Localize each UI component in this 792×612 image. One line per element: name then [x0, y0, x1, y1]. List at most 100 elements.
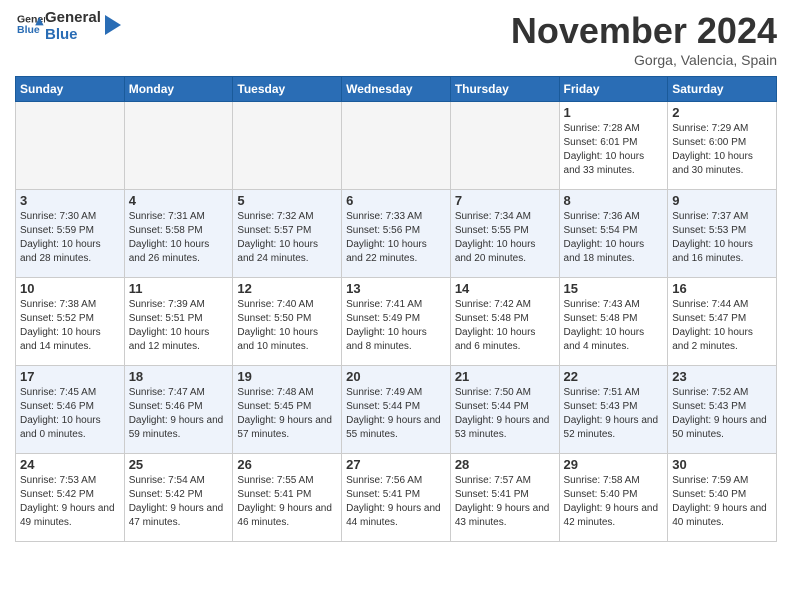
day-cell: 8Sunrise: 7:36 AMSunset: 5:54 PMDaylight… — [559, 190, 668, 278]
day-info: Sunrise: 7:31 AMSunset: 5:58 PMDaylight:… — [129, 210, 229, 266]
weekday-header-tuesday: Tuesday — [233, 77, 342, 102]
day-number: 4 — [129, 193, 229, 208]
day-cell: 25 Sunrise: 7:54 AMSunset: 5:42 PMDayligh… — [124, 454, 233, 542]
month-title: November 2024 — [511, 10, 777, 52]
day-cell: 30 Sunrise: 7:59 AMSunset: 5:40 PMDayligh… — [668, 454, 777, 542]
day-number: 17 — [20, 369, 120, 384]
day-cell: 11 Sunrise: 7:39 AMSunset: 5:51 PMDayligh… — [124, 278, 233, 366]
day-cell: 2 Sunrise: 7:29 AMSunset: 6:00 PMDaylight… — [668, 102, 777, 190]
weekday-header-sunday: Sunday — [16, 77, 125, 102]
day-cell: 12 Sunrise: 7:40 AMSunset: 5:50 PMDayligh… — [233, 278, 342, 366]
day-info: Sunrise: 7:56 AMSunset: 5:41 PMDaylight:… — [346, 474, 446, 530]
day-number: 13 — [346, 281, 446, 296]
day-cell: 6 Sunrise: 7:33 AMSunset: 5:56 PMDaylight… — [342, 190, 451, 278]
day-number: 22 — [564, 369, 664, 384]
weekday-header-friday: Friday — [559, 77, 668, 102]
day-info: Sunrise: 7:41 AMSunset: 5:49 PMDaylight:… — [346, 298, 446, 354]
day-info: Sunrise: 7:40 AMSunset: 5:50 PMDaylight:… — [237, 298, 337, 354]
day-info: Sunrise: 7:37 AMSunset: 5:53 PMDaylight:… — [672, 210, 772, 266]
day-number: 14 — [455, 281, 555, 296]
svg-text:Blue: Blue — [17, 24, 40, 36]
day-cell: 20Sunrise: 7:49 AMSunset: 5:44 PMDayligh… — [342, 366, 451, 454]
day-cell: 10 Sunrise: 7:38 AMSunset: 5:52 PMDayligh… — [16, 278, 125, 366]
day-cell — [450, 102, 559, 190]
day-cell: 5 Sunrise: 7:32 AMSunset: 5:57 PMDaylight… — [233, 190, 342, 278]
week-row-1: 1 Sunrise: 7:28 AMSunset: 6:01 PMDaylight… — [16, 102, 777, 190]
day-cell: 23 Sunrise: 7:52 AMSunset: 5:43 PMDayligh… — [668, 366, 777, 454]
day-number: 12 — [237, 281, 337, 296]
day-info: Sunrise: 7:53 AMSunset: 5:42 PMDaylight:… — [20, 474, 120, 530]
day-info: Sunrise: 7:32 AMSunset: 5:57 PMDaylight:… — [237, 210, 337, 266]
day-number: 29 — [564, 457, 664, 472]
day-info: Sunrise: 7:30 AMSunset: 5:59 PMDaylight:… — [20, 210, 120, 266]
day-number: 26 — [237, 457, 337, 472]
day-info: Sunrise: 7:50 AMSunset: 5:44 PMDaylight:… — [455, 386, 555, 442]
day-info: Sunrise: 7:48 AMSunset: 5:45 PMDaylight:… — [237, 386, 337, 442]
logo-arrow-icon — [103, 10, 123, 40]
day-cell: 4 Sunrise: 7:31 AMSunset: 5:58 PMDaylight… — [124, 190, 233, 278]
day-number: 18 — [129, 369, 229, 384]
day-cell — [16, 102, 125, 190]
day-number: 6 — [346, 193, 446, 208]
day-number: 21 — [455, 369, 555, 384]
day-info: Sunrise: 7:55 AMSunset: 5:41 PMDaylight:… — [237, 474, 337, 530]
logo: General Blue General Blue — [15, 10, 123, 43]
day-number: 2 — [672, 105, 772, 120]
day-number: 11 — [129, 281, 229, 296]
weekday-header-saturday: Saturday — [668, 77, 777, 102]
header: General Blue General Blue November 2024 … — [15, 10, 777, 68]
day-cell: 9 Sunrise: 7:37 AMSunset: 5:53 PMDaylight… — [668, 190, 777, 278]
day-info: Sunrise: 7:39 AMSunset: 5:51 PMDaylight:… — [129, 298, 229, 354]
day-cell: 28Sunrise: 7:57 AMSunset: 5:41 PMDayligh… — [450, 454, 559, 542]
day-cell — [124, 102, 233, 190]
weekday-header-row: SundayMondayTuesdayWednesdayThursdayFrid… — [16, 77, 777, 102]
day-info: Sunrise: 7:51 AMSunset: 5:43 PMDaylight:… — [564, 386, 664, 442]
day-info: Sunrise: 7:28 AMSunset: 6:01 PMDaylight:… — [564, 122, 664, 178]
day-info: Sunrise: 7:59 AMSunset: 5:40 PMDaylight:… — [672, 474, 772, 530]
day-number: 15 — [564, 281, 664, 296]
week-row-4: 17Sunrise: 7:45 AMSunset: 5:46 PMDayligh… — [16, 366, 777, 454]
day-number: 19 — [237, 369, 337, 384]
week-row-2: 3Sunrise: 7:30 AMSunset: 5:59 PMDaylight… — [16, 190, 777, 278]
calendar-table: SundayMondayTuesdayWednesdayThursdayFrid… — [15, 76, 777, 542]
weekday-header-thursday: Thursday — [450, 77, 559, 102]
day-cell: 18Sunrise: 7:47 AMSunset: 5:46 PMDayligh… — [124, 366, 233, 454]
day-number: 25 — [129, 457, 229, 472]
week-row-3: 10 Sunrise: 7:38 AMSunset: 5:52 PMDayligh… — [16, 278, 777, 366]
day-cell: 29 Sunrise: 7:58 AMSunset: 5:40 PMDayligh… — [559, 454, 668, 542]
day-info: Sunrise: 7:58 AMSunset: 5:40 PMDaylight:… — [564, 474, 664, 530]
day-number: 30 — [672, 457, 772, 472]
day-number: 23 — [672, 369, 772, 384]
title-block: November 2024 Gorga, Valencia, Spain — [511, 10, 777, 68]
day-cell: 22 Sunrise: 7:51 AMSunset: 5:43 PMDayligh… — [559, 366, 668, 454]
day-info: Sunrise: 7:43 AMSunset: 5:48 PMDaylight:… — [564, 298, 664, 354]
day-info: Sunrise: 7:44 AMSunset: 5:47 PMDaylight:… — [672, 298, 772, 354]
weekday-header-monday: Monday — [124, 77, 233, 102]
day-cell: 21 Sunrise: 7:50 AMSunset: 5:44 PMDayligh… — [450, 366, 559, 454]
day-info: Sunrise: 7:42 AMSunset: 5:48 PMDaylight:… — [455, 298, 555, 354]
day-cell: 16Sunrise: 7:44 AMSunset: 5:47 PMDayligh… — [668, 278, 777, 366]
day-info: Sunrise: 7:29 AMSunset: 6:00 PMDaylight:… — [672, 122, 772, 178]
day-number: 9 — [672, 193, 772, 208]
day-cell: 3Sunrise: 7:30 AMSunset: 5:59 PMDaylight… — [16, 190, 125, 278]
day-info: Sunrise: 7:33 AMSunset: 5:56 PMDaylight:… — [346, 210, 446, 266]
day-cell: 24Sunrise: 7:53 AMSunset: 5:42 PMDayligh… — [16, 454, 125, 542]
day-number: 5 — [237, 193, 337, 208]
logo-blue: Blue — [45, 27, 101, 44]
day-info: Sunrise: 7:38 AMSunset: 5:52 PMDaylight:… — [20, 298, 120, 354]
day-number: 10 — [20, 281, 120, 296]
week-row-5: 24Sunrise: 7:53 AMSunset: 5:42 PMDayligh… — [16, 454, 777, 542]
day-cell: 19 Sunrise: 7:48 AMSunset: 5:45 PMDayligh… — [233, 366, 342, 454]
day-info: Sunrise: 7:54 AMSunset: 5:42 PMDaylight:… — [129, 474, 229, 530]
day-cell: 17Sunrise: 7:45 AMSunset: 5:46 PMDayligh… — [16, 366, 125, 454]
day-cell: 14 Sunrise: 7:42 AMSunset: 5:48 PMDayligh… — [450, 278, 559, 366]
day-number: 1 — [564, 105, 664, 120]
day-number: 28 — [455, 457, 555, 472]
location: Gorga, Valencia, Spain — [511, 52, 777, 68]
day-info: Sunrise: 7:49 AMSunset: 5:44 PMDaylight:… — [346, 386, 446, 442]
day-number: 27 — [346, 457, 446, 472]
day-cell: 26 Sunrise: 7:55 AMSunset: 5:41 PMDayligh… — [233, 454, 342, 542]
day-info: Sunrise: 7:52 AMSunset: 5:43 PMDaylight:… — [672, 386, 772, 442]
day-number: 8 — [564, 193, 664, 208]
day-cell — [342, 102, 451, 190]
